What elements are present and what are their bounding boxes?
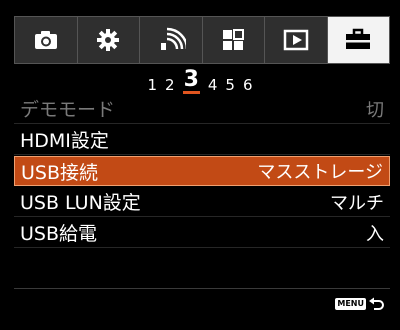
current-page-number[interactable]: 3 <box>182 69 200 94</box>
menu-item-label: USB LUN設定 <box>20 192 141 214</box>
settings-menu-list: デモモード 切 HDMI設定 USB接続 マスストレージ USB LUN設定 マ… <box>14 94 390 249</box>
menu-item-usb-lun-settings[interactable]: USB LUN設定 マルチ <box>14 187 390 217</box>
menu-item-value: 切 <box>366 99 384 121</box>
footer-divider <box>14 288 390 289</box>
menu-item-label: HDMI設定 <box>20 130 109 152</box>
page-number[interactable]: 5 <box>225 76 235 94</box>
gear-icon <box>97 29 120 51</box>
tab-camera[interactable] <box>15 17 78 63</box>
menu-item-usb-power-supply[interactable]: USB給電 入 <box>14 218 390 248</box>
tab-wireless[interactable] <box>140 17 203 63</box>
menu-item-usb-connection[interactable]: USB接続 マスストレージ <box>14 156 390 186</box>
tab-setup[interactable] <box>327 17 389 63</box>
menu-item-value: マルチ <box>330 192 384 214</box>
menu-item-label: デモモード <box>20 99 116 121</box>
menu-button-badge: MENU <box>335 298 366 310</box>
tab-applications[interactable] <box>202 17 265 63</box>
menu-item-value: マスストレージ <box>257 162 383 183</box>
back-button[interactable]: MENU <box>335 296 384 312</box>
tab-playback[interactable] <box>265 17 328 63</box>
wireless-icon <box>160 27 186 50</box>
page-number[interactable]: 6 <box>243 76 253 94</box>
camera-icon <box>34 31 57 49</box>
menu-item-value: 入 <box>366 223 384 245</box>
camera-menu-screen: 1 2 3 4 5 6 デモモード 切 HDMI設定 USB接続 マスストレージ… <box>0 0 400 330</box>
menu-item-label: USB給電 <box>20 223 98 245</box>
page-number[interactable]: 2 <box>165 76 175 94</box>
menu-item-label: USB接続 <box>21 161 99 184</box>
return-arrow-icon <box>369 297 384 310</box>
playback-icon <box>283 29 308 51</box>
page-number[interactable]: 1 <box>147 76 157 94</box>
menu-item-hdmi-settings[interactable]: HDMI設定 <box>14 125 390 155</box>
page-number[interactable]: 4 <box>208 76 218 94</box>
menu-item-demo-mode[interactable]: デモモード 切 <box>14 94 390 124</box>
apps-icon <box>223 29 245 50</box>
page-indicator: 1 2 3 4 5 6 <box>2 66 398 94</box>
menu-tab-bar <box>14 16 390 64</box>
tab-settings[interactable] <box>77 17 140 63</box>
toolbox-icon <box>346 28 371 49</box>
